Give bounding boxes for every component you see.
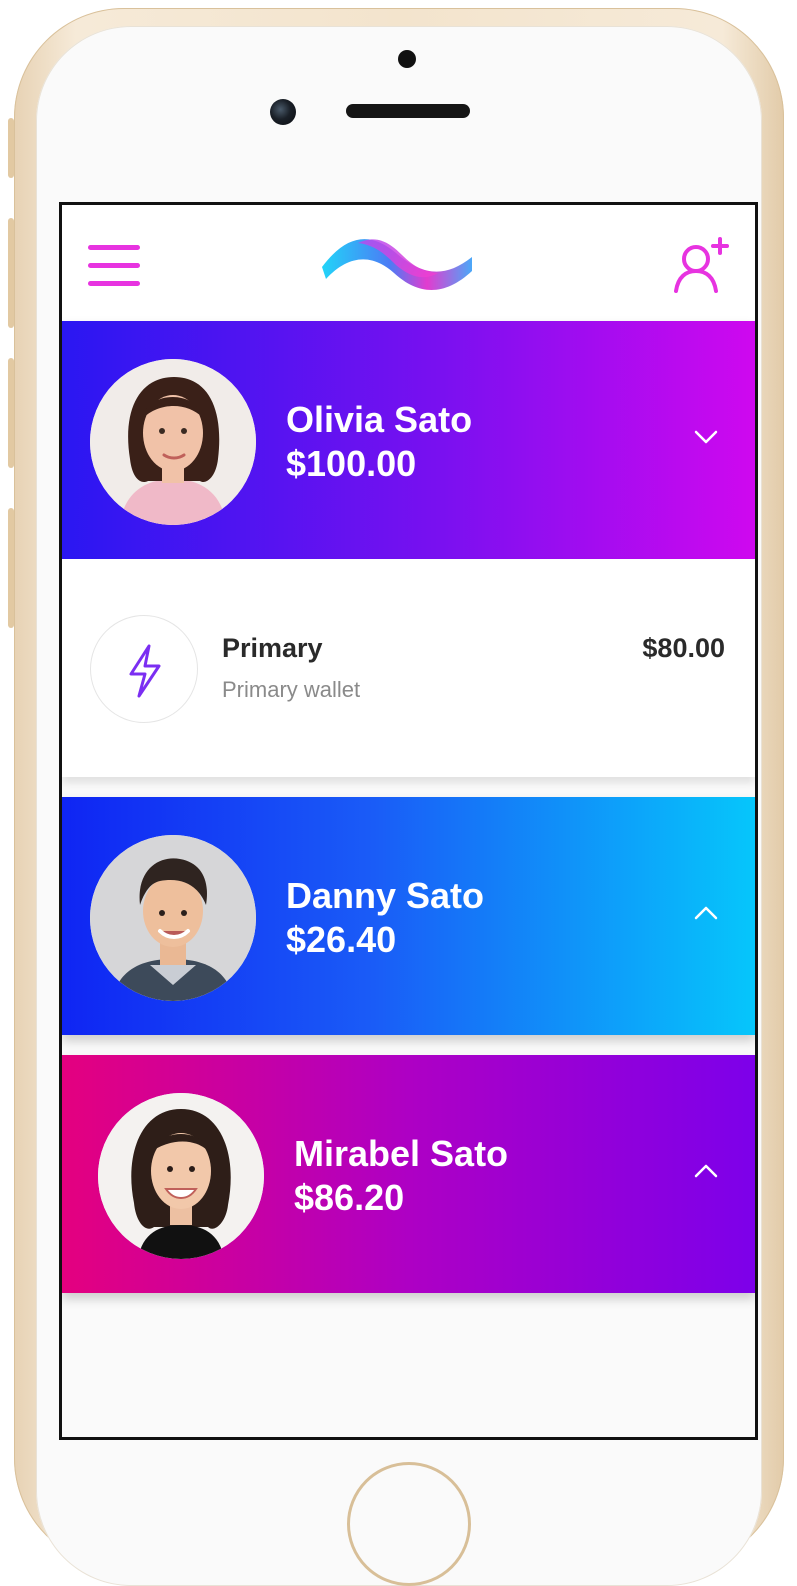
phone-volume-up	[8, 218, 14, 328]
add-user-button[interactable]	[670, 235, 730, 295]
wave-logo	[322, 239, 472, 290]
account-name: Mirabel Sato	[294, 1133, 509, 1174]
account-card-olivia[interactable]: Olivia Sato $100.00	[62, 321, 755, 559]
phone-power-button	[8, 508, 14, 628]
account-balance: $86.20	[294, 1177, 405, 1218]
earpiece-speaker	[346, 104, 470, 118]
account-card-mirabel[interactable]: Mirabel Sato $86.20	[62, 1055, 755, 1293]
phone-volume-down	[8, 358, 14, 468]
home-button[interactable]	[347, 1462, 471, 1586]
menu-button[interactable]	[88, 245, 140, 287]
phone-side-button	[8, 118, 14, 178]
woman-portrait-avatar	[90, 359, 256, 525]
boy-portrait-avatar	[90, 835, 256, 1001]
account-name: Danny Sato	[286, 875, 485, 916]
app-screen: Olivia Sato $100.00 Primary Primary wall…	[59, 202, 758, 1440]
proximity-sensor	[398, 50, 416, 68]
account-balance: $26.40	[286, 919, 397, 960]
wallet-row-primary[interactable]: Primary Primary wallet $80.00	[62, 559, 755, 777]
add-user-icon	[674, 237, 729, 293]
wallet-description: Primary wallet	[222, 677, 361, 702]
chevron-down-icon[interactable]	[692, 427, 720, 447]
wallet-icon-circle	[90, 615, 198, 723]
front-camera	[270, 99, 296, 125]
lightning-bolt-icon	[129, 644, 161, 698]
hamburger-menu-icon	[88, 245, 140, 286]
account-balance: $100.00	[286, 443, 417, 484]
top-bar	[62, 205, 755, 321]
chevron-up-icon[interactable]	[692, 1161, 720, 1181]
wallet-name: Primary	[222, 633, 323, 663]
girl-portrait-avatar	[98, 1093, 264, 1259]
wallet-amount: $80.00	[642, 633, 725, 663]
avatar	[90, 359, 256, 525]
account-name: Olivia Sato	[286, 399, 473, 440]
avatar	[90, 835, 256, 1001]
chevron-up-icon[interactable]	[692, 903, 720, 923]
account-card-danny[interactable]: Danny Sato $26.40	[62, 797, 755, 1035]
avatar	[98, 1093, 264, 1259]
